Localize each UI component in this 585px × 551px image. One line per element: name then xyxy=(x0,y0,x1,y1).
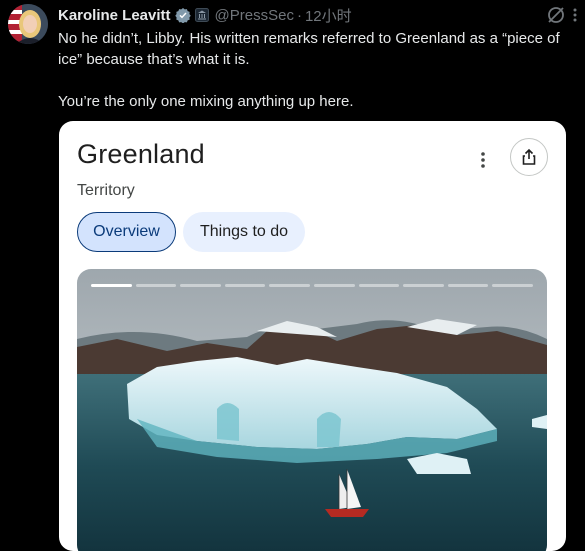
author-avatar[interactable] xyxy=(8,4,48,44)
tweet-text: No he didn’t, Libby. His written remarks… xyxy=(58,28,580,112)
government-affiliation-icon[interactable] xyxy=(194,8,209,22)
grok-icon[interactable] xyxy=(545,4,567,26)
iceberg-photo[interactable] xyxy=(77,269,547,551)
tab-things-to-do[interactable]: Things to do xyxy=(183,212,305,252)
tweet-paragraph: You’re the only one mixing anything up h… xyxy=(58,93,354,110)
header-separator: · xyxy=(296,6,302,24)
tweet-time[interactable]: 12小时 xyxy=(305,5,352,26)
more-options-icon[interactable] xyxy=(479,151,487,169)
author-handle[interactable]: @PressSec xyxy=(215,7,294,24)
knowledge-panel-subtitle: Territory xyxy=(77,182,135,199)
tab-overview[interactable]: Overview xyxy=(77,212,176,252)
attached-screenshot-card[interactable]: Greenland Territory Overview Things to d… xyxy=(59,121,566,551)
share-icon xyxy=(522,148,536,165)
more-icon[interactable] xyxy=(569,6,581,24)
knowledge-panel-title: Greenland xyxy=(77,139,205,169)
tweet-header: Karoline Leavitt @PressSec · 12小时 xyxy=(58,5,352,25)
verified-badge-icon xyxy=(174,7,191,24)
slideshow-progress xyxy=(91,284,533,287)
author-name[interactable]: Karoline Leavitt xyxy=(58,7,171,24)
share-button[interactable] xyxy=(510,138,548,176)
tweet-paragraph: No he didn’t, Libby. His written remarks… xyxy=(58,30,560,68)
